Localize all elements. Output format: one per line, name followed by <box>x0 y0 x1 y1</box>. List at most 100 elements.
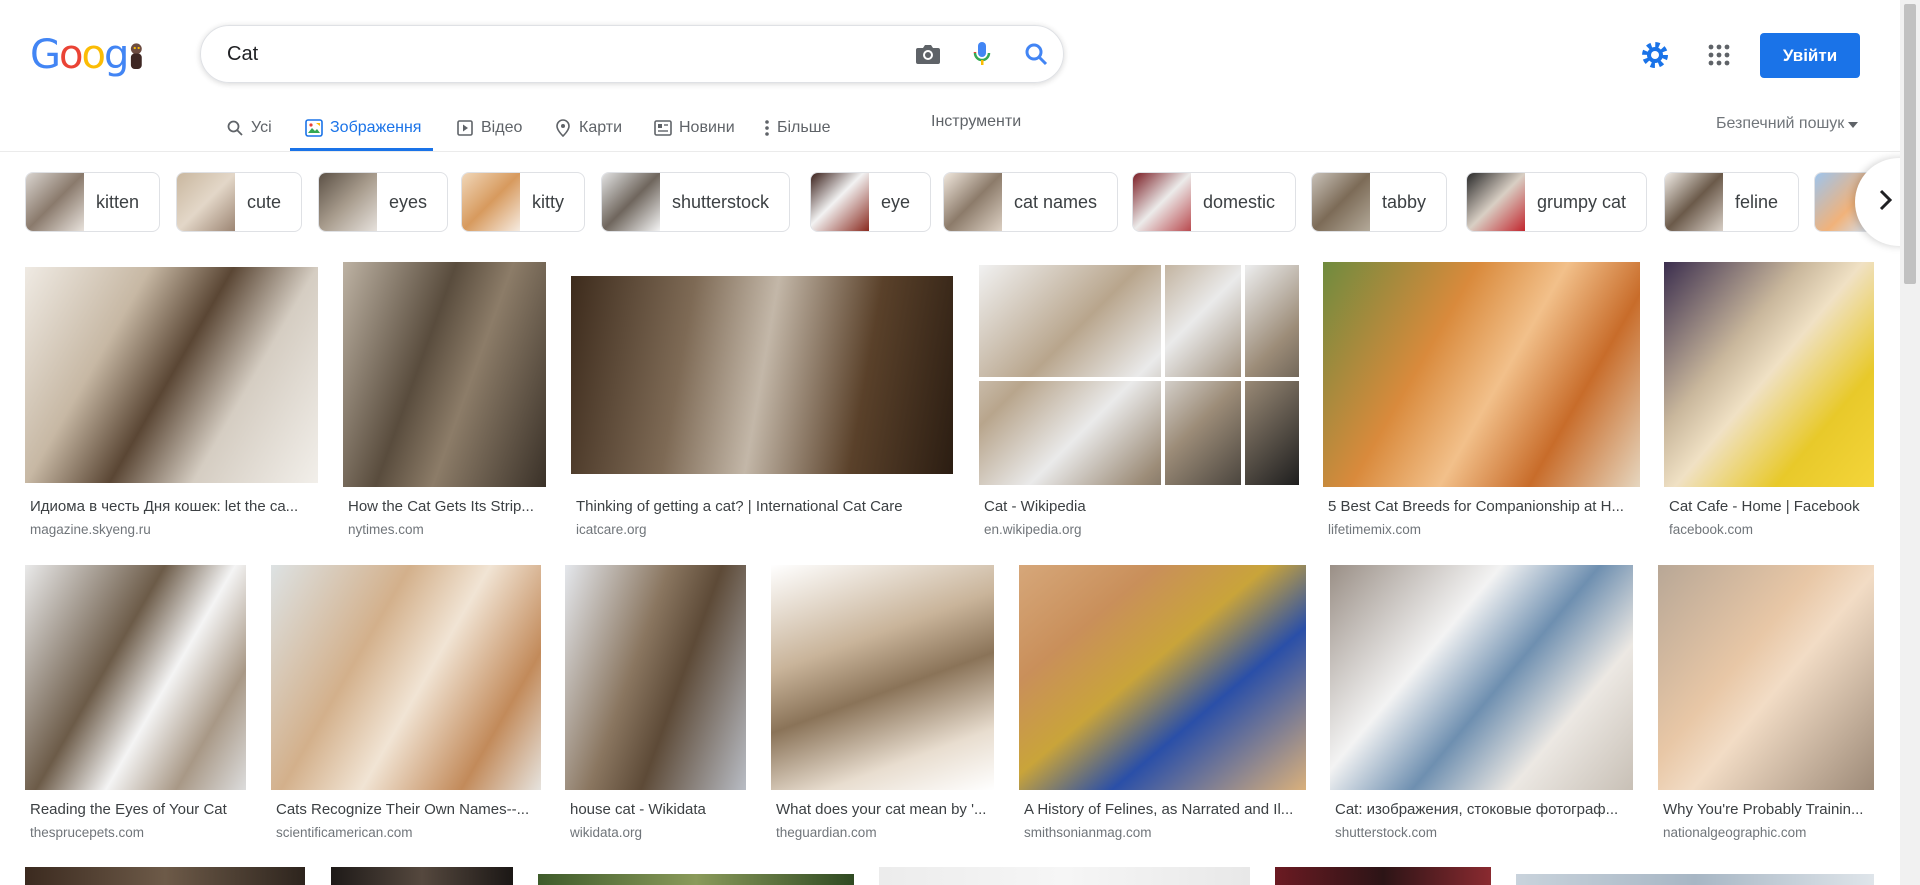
microphone-icon[interactable] <box>955 27 1009 81</box>
result-image[interactable] <box>538 874 854 885</box>
result-title[interactable]: Идиома в честь Дня кошек: let the ca... <box>30 498 318 515</box>
result-title[interactable]: house cat - Wikidata <box>570 801 746 818</box>
image-result[interactable]: How the Cat Gets Its Strip... nytimes.co… <box>343 262 546 542</box>
chip-eye[interactable]: eye <box>810 172 932 232</box>
tab-video[interactable]: Відео <box>455 105 522 151</box>
image-result[interactable]: 5 Best Cat Breeds for Companionship at H… <box>1323 262 1640 542</box>
result-image[interactable] <box>1019 565 1306 790</box>
result-source[interactable]: shutterstock.com <box>1335 825 1437 840</box>
tab-news[interactable]: Новини <box>653 105 735 151</box>
image-result[interactable]: Reading the Eyes of Your Cat thesprucepe… <box>25 565 246 845</box>
result-source[interactable]: theguardian.com <box>776 825 877 840</box>
result-source[interactable]: wikidata.org <box>570 825 642 840</box>
image-result-partial[interactable] <box>25 867 305 885</box>
chevron-right-icon <box>1879 189 1893 216</box>
result-title[interactable]: Thinking of getting a cat? | Internation… <box>576 498 953 515</box>
chip-grumpy-cat[interactable]: grumpy cat <box>1466 172 1648 232</box>
apps-grid-icon[interactable] <box>1702 38 1736 72</box>
chip-thumbnail <box>1665 173 1723 231</box>
result-image[interactable] <box>1330 565 1633 790</box>
result-source[interactable]: icatcare.org <box>576 522 647 537</box>
image-result[interactable]: Cat: изображения, стоковые фотограф... s… <box>1330 565 1633 845</box>
tab-more[interactable]: Більше <box>763 105 830 151</box>
result-title[interactable]: What does your cat mean by '... <box>776 801 994 818</box>
result-image[interactable] <box>25 565 246 790</box>
result-title[interactable]: Reading the Eyes of Your Cat <box>30 801 246 818</box>
result-source[interactable]: thesprucepets.com <box>30 825 144 840</box>
result-title[interactable]: Why You're Probably Trainin... <box>1663 801 1874 818</box>
result-image[interactable] <box>271 565 541 790</box>
image-result[interactable]: A History of Felines, as Narrated and Il… <box>1019 565 1306 845</box>
chip-shutterstock[interactable]: shutterstock <box>601 172 791 232</box>
signin-button[interactable]: Увійти <box>1760 33 1860 78</box>
image-result[interactable]: Cat - Wikipedia en.wikipedia.org <box>979 262 1299 542</box>
tools-button[interactable]: Інструменти <box>931 113 1021 131</box>
google-doodle-logo[interactable]: Goog <box>30 32 146 78</box>
result-title[interactable]: How the Cat Gets Its Strip... <box>348 498 546 515</box>
result-image[interactable] <box>979 265 1299 485</box>
result-image[interactable] <box>565 565 746 790</box>
result-title[interactable]: 5 Best Cat Breeds for Companionship at H… <box>1328 498 1640 515</box>
chip-feline[interactable]: feline <box>1664 172 1800 232</box>
image-result[interactable]: Thinking of getting a cat? | Internation… <box>571 262 953 542</box>
chip-thumbnail <box>1312 173 1370 231</box>
result-source[interactable]: lifetimemix.com <box>1328 522 1421 537</box>
image-result[interactable]: Идиома в честь Дня кошек: let the ca... … <box>25 262 318 542</box>
chip-label: feline <box>1735 191 1779 212</box>
image-result[interactable]: Cat Cafe - Home | Facebook facebook.com <box>1664 262 1874 542</box>
image-result-partial[interactable] <box>1516 874 1874 885</box>
result-source[interactable]: scientificamerican.com <box>276 825 413 840</box>
result-source[interactable]: magazine.skyeng.ru <box>30 522 151 537</box>
tab-images[interactable]: Зображення <box>290 105 434 151</box>
search-icon[interactable] <box>1009 27 1063 81</box>
tab-maps[interactable]: Карти <box>553 105 622 151</box>
result-title[interactable]: Cat - Wikipedia <box>984 498 1299 515</box>
chip-cute[interactable]: cute <box>176 172 303 232</box>
result-image[interactable] <box>25 867 305 885</box>
camera-icon[interactable] <box>901 27 955 81</box>
result-image[interactable] <box>1664 262 1874 487</box>
image-result[interactable]: house cat - Wikidata wikidata.org <box>565 565 746 845</box>
result-title[interactable]: A History of Felines, as Narrated and Il… <box>1024 801 1306 818</box>
result-source[interactable]: facebook.com <box>1669 522 1753 537</box>
result-source[interactable]: nytimes.com <box>348 522 424 537</box>
result-source[interactable]: en.wikipedia.org <box>984 522 1082 537</box>
chip-domestic[interactable]: domestic <box>1132 172 1297 232</box>
image-result[interactable]: Cats Recognize Their Own Names--... scie… <box>271 565 541 845</box>
search-input[interactable] <box>227 42 901 66</box>
image-result-partial[interactable] <box>538 874 854 885</box>
chip-tabby[interactable]: tabby <box>1311 172 1448 232</box>
scrollbar-thumb[interactable] <box>1904 4 1916 284</box>
result-image[interactable] <box>331 867 513 885</box>
image-result[interactable]: What does your cat mean by '... theguard… <box>771 565 994 845</box>
result-image[interactable] <box>25 267 318 483</box>
result-image[interactable] <box>1323 262 1640 487</box>
search-box[interactable] <box>200 25 1064 83</box>
image-result-partial[interactable] <box>879 867 1250 885</box>
page-scrollbar[interactable] <box>1900 0 1920 885</box>
result-image[interactable] <box>1516 874 1874 885</box>
result-image[interactable] <box>343 262 546 487</box>
tab-all[interactable]: Усі <box>225 105 272 151</box>
result-source[interactable]: nationalgeographic.com <box>1663 825 1806 840</box>
chip-kitten[interactable]: kitten <box>25 172 161 232</box>
result-title[interactable]: Cat: изображения, стоковые фотограф... <box>1335 801 1633 818</box>
result-image[interactable] <box>1275 867 1491 885</box>
image-result-partial[interactable] <box>1275 867 1491 885</box>
news-icon <box>653 118 673 138</box>
result-image[interactable] <box>879 867 1250 885</box>
chip-eyes[interactable]: eyes <box>318 172 449 232</box>
image-result[interactable]: Why You're Probably Trainin... nationalg… <box>1658 565 1874 845</box>
chip-cat-names[interactable]: cat names <box>943 172 1119 232</box>
result-source[interactable]: smithsonianmag.com <box>1024 825 1152 840</box>
gear-icon[interactable] <box>1638 38 1672 72</box>
result-image[interactable] <box>771 565 994 790</box>
result-title[interactable]: Cat Cafe - Home | Facebook <box>1669 498 1874 515</box>
result-title[interactable]: Cats Recognize Their Own Names--... <box>276 801 541 818</box>
chip-kitty[interactable]: kitty <box>461 172 586 232</box>
result-image[interactable] <box>1658 565 1874 790</box>
result-image[interactable] <box>571 276 953 474</box>
safe-search-dropdown[interactable]: Безпечний пошук <box>1716 115 1859 133</box>
image-result-partial[interactable] <box>331 867 513 885</box>
tab-label: Відео <box>481 119 523 136</box>
